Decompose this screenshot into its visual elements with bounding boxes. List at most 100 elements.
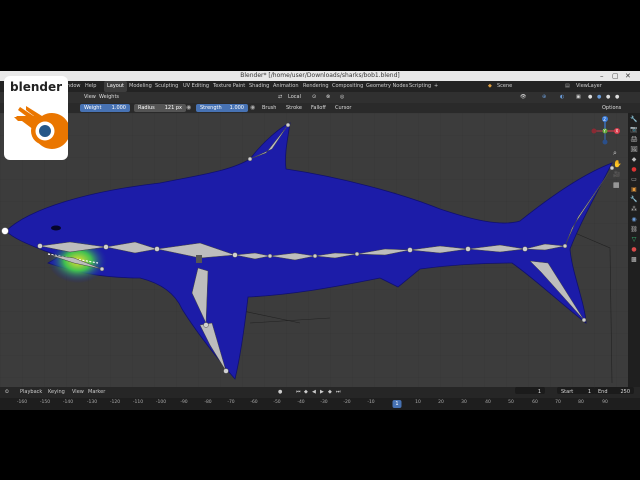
physics-icon[interactable]: ◉: [630, 217, 638, 223]
navigation-gizmo[interactable]: Z Y X: [590, 115, 620, 145]
blender-logo: blender: [4, 76, 68, 160]
weight-label: Weight: [84, 105, 102, 111]
material-icon[interactable]: ●: [630, 247, 638, 253]
tab-texture-paint[interactable]: Texture Paint: [210, 81, 248, 92]
tab-modeling[interactable]: Modeling: [126, 81, 155, 92]
tab-layout[interactable]: Layout: [104, 81, 127, 92]
record-button[interactable]: ●: [278, 387, 282, 398]
jump-start-icon[interactable]: ⏮: [296, 387, 301, 398]
timeline-editor-icon[interactable]: ⏲: [5, 387, 9, 398]
add-workspace-button[interactable]: +: [434, 81, 438, 92]
xray-icon[interactable]: ▣: [576, 92, 581, 103]
snap-icon[interactable]: ⊗: [326, 92, 330, 103]
brush-cursor-origin: [1, 227, 9, 235]
shading-solid-icon[interactable]: ●: [597, 92, 601, 103]
play-reverse-icon[interactable]: ◀: [312, 387, 316, 398]
play-icon[interactable]: ▶: [320, 387, 324, 398]
view-menu[interactable]: View: [84, 92, 96, 103]
output-icon[interactable]: 🖨: [630, 137, 638, 143]
tab-scripting[interactable]: Scripting: [406, 81, 434, 92]
radius-pressure-icon[interactable]: ◉: [186, 104, 191, 111]
particles-icon[interactable]: ⁂: [630, 207, 638, 213]
orientation-dropdown[interactable]: Local: [288, 92, 301, 103]
gizmo-neg-x-axis[interactable]: [591, 128, 597, 134]
shark-eye: [51, 225, 61, 231]
camera-view-icon[interactable]: 🎥: [613, 171, 620, 178]
visibility-icon[interactable]: 👁: [520, 92, 526, 103]
pivot-icon[interactable]: ⊙: [312, 92, 316, 103]
menu-help[interactable]: Help: [85, 81, 96, 92]
collection-icon[interactable]: ▭: [630, 177, 638, 183]
texture-icon[interactable]: ▩: [630, 257, 638, 263]
weight-field[interactable]: Weight 1.000: [80, 104, 130, 112]
bone-root-handle[interactable]: [196, 255, 202, 263]
ruler-tick: 60: [532, 400, 538, 405]
top-menubar: ndow Help Layout Modeling Sculpting UV E…: [0, 81, 640, 92]
3d-viewport[interactable]: Z Y X ⌕ ✋ 🎥 ▦: [0, 113, 628, 387]
radius-field[interactable]: Radius 121 px: [134, 104, 186, 112]
tab-compositing[interactable]: Compositing: [329, 81, 366, 92]
start-label: Start: [561, 389, 574, 395]
next-key-icon[interactable]: ◆: [328, 387, 332, 398]
playback-menu[interactable]: Playback: [20, 387, 42, 398]
playhead-indicator[interactable]: 1: [392, 400, 402, 408]
close-icon[interactable]: ✕: [625, 71, 631, 81]
options-dropdown[interactable]: Options: [602, 104, 621, 112]
falloff-dropdown[interactable]: Falloff: [311, 104, 326, 112]
data-icon[interactable]: ▽: [630, 237, 638, 243]
gizmo-toggle-icon[interactable]: ⊕: [542, 92, 546, 103]
menu-window[interactable]: ndow: [67, 81, 81, 92]
strength-pressure-icon[interactable]: ◉: [250, 104, 255, 111]
ruler-tick: 50: [508, 400, 514, 405]
viewport-canvas[interactable]: [0, 113, 628, 387]
keying-menu[interactable]: Keying: [48, 387, 65, 398]
stroke-dropdown[interactable]: Stroke: [286, 104, 302, 112]
tool-icon[interactable]: 🔧: [630, 117, 638, 123]
shading-render-icon[interactable]: ●: [615, 92, 619, 103]
world-icon[interactable]: ●: [630, 167, 638, 173]
tab-rendering[interactable]: Rendering: [300, 81, 332, 92]
scene-props-icon[interactable]: ◆: [630, 157, 638, 163]
shading-wire-icon[interactable]: ●: [588, 92, 592, 103]
minimize-icon[interactable]: –: [600, 71, 604, 81]
timeline-ruler[interactable]: -160 -150 -140 -130 -120 -110 -100 -90 -…: [0, 398, 640, 410]
timeline-view-menu[interactable]: View: [72, 387, 84, 398]
start-frame-field[interactable]: Start 1: [557, 387, 595, 395]
current-frame-field[interactable]: 1: [515, 387, 545, 395]
marker-menu[interactable]: Marker: [88, 387, 105, 398]
object-icon[interactable]: ▣: [630, 187, 638, 193]
tab-sculpting[interactable]: Sculpting: [152, 81, 181, 92]
overlay-toggle-icon[interactable]: ◐: [560, 92, 564, 103]
ruler-tick: 30: [461, 400, 467, 405]
tab-shading[interactable]: Shading: [246, 81, 272, 92]
ruler-tick: -70: [227, 400, 235, 405]
strength-field[interactable]: Strength 1.000: [196, 104, 248, 112]
timeline-header: ⏲ Playback Keying View Marker ● ⏮ ◆ ◀ ▶ …: [0, 387, 640, 398]
proportional-icon[interactable]: ◎: [340, 92, 344, 103]
gizmo-neg-z-axis[interactable]: [602, 139, 608, 145]
cursor-dropdown[interactable]: Cursor: [335, 104, 351, 112]
pan-icon[interactable]: ✋: [613, 160, 622, 168]
shading-material-icon[interactable]: ●: [606, 92, 610, 103]
viewlayer-selector[interactable]: ViewLayer: [576, 81, 602, 92]
weight-value: 1.000: [111, 105, 126, 111]
render-icon[interactable]: 📷: [630, 127, 638, 133]
maximize-icon[interactable]: ▢: [612, 71, 619, 81]
perspective-icon[interactable]: ▦: [613, 181, 620, 189]
tab-uv-editing[interactable]: UV Editing: [180, 81, 212, 92]
weights-menu[interactable]: Weights: [99, 92, 119, 103]
ruler-tick: -120: [109, 400, 121, 405]
zoom-icon[interactable]: ⌕: [613, 149, 617, 158]
end-frame-field[interactable]: End 250: [594, 387, 634, 395]
radius-value: 121 px: [164, 105, 182, 111]
prev-key-icon[interactable]: ◆: [304, 387, 308, 398]
constraints-icon[interactable]: ⛓: [630, 227, 638, 233]
tab-geometry-nodes[interactable]: Geometry Nodes: [363, 81, 411, 92]
ruler-tick: -130: [86, 400, 98, 405]
brush-dropdown[interactable]: Brush: [262, 104, 276, 112]
scene-selector[interactable]: Scene: [497, 81, 512, 92]
modifier-icon[interactable]: 🔧: [630, 197, 638, 203]
jump-end-icon[interactable]: ⏭: [336, 387, 341, 398]
view-layer-icon[interactable]: 🖼: [630, 147, 638, 153]
tab-animation[interactable]: Animation: [270, 81, 302, 92]
